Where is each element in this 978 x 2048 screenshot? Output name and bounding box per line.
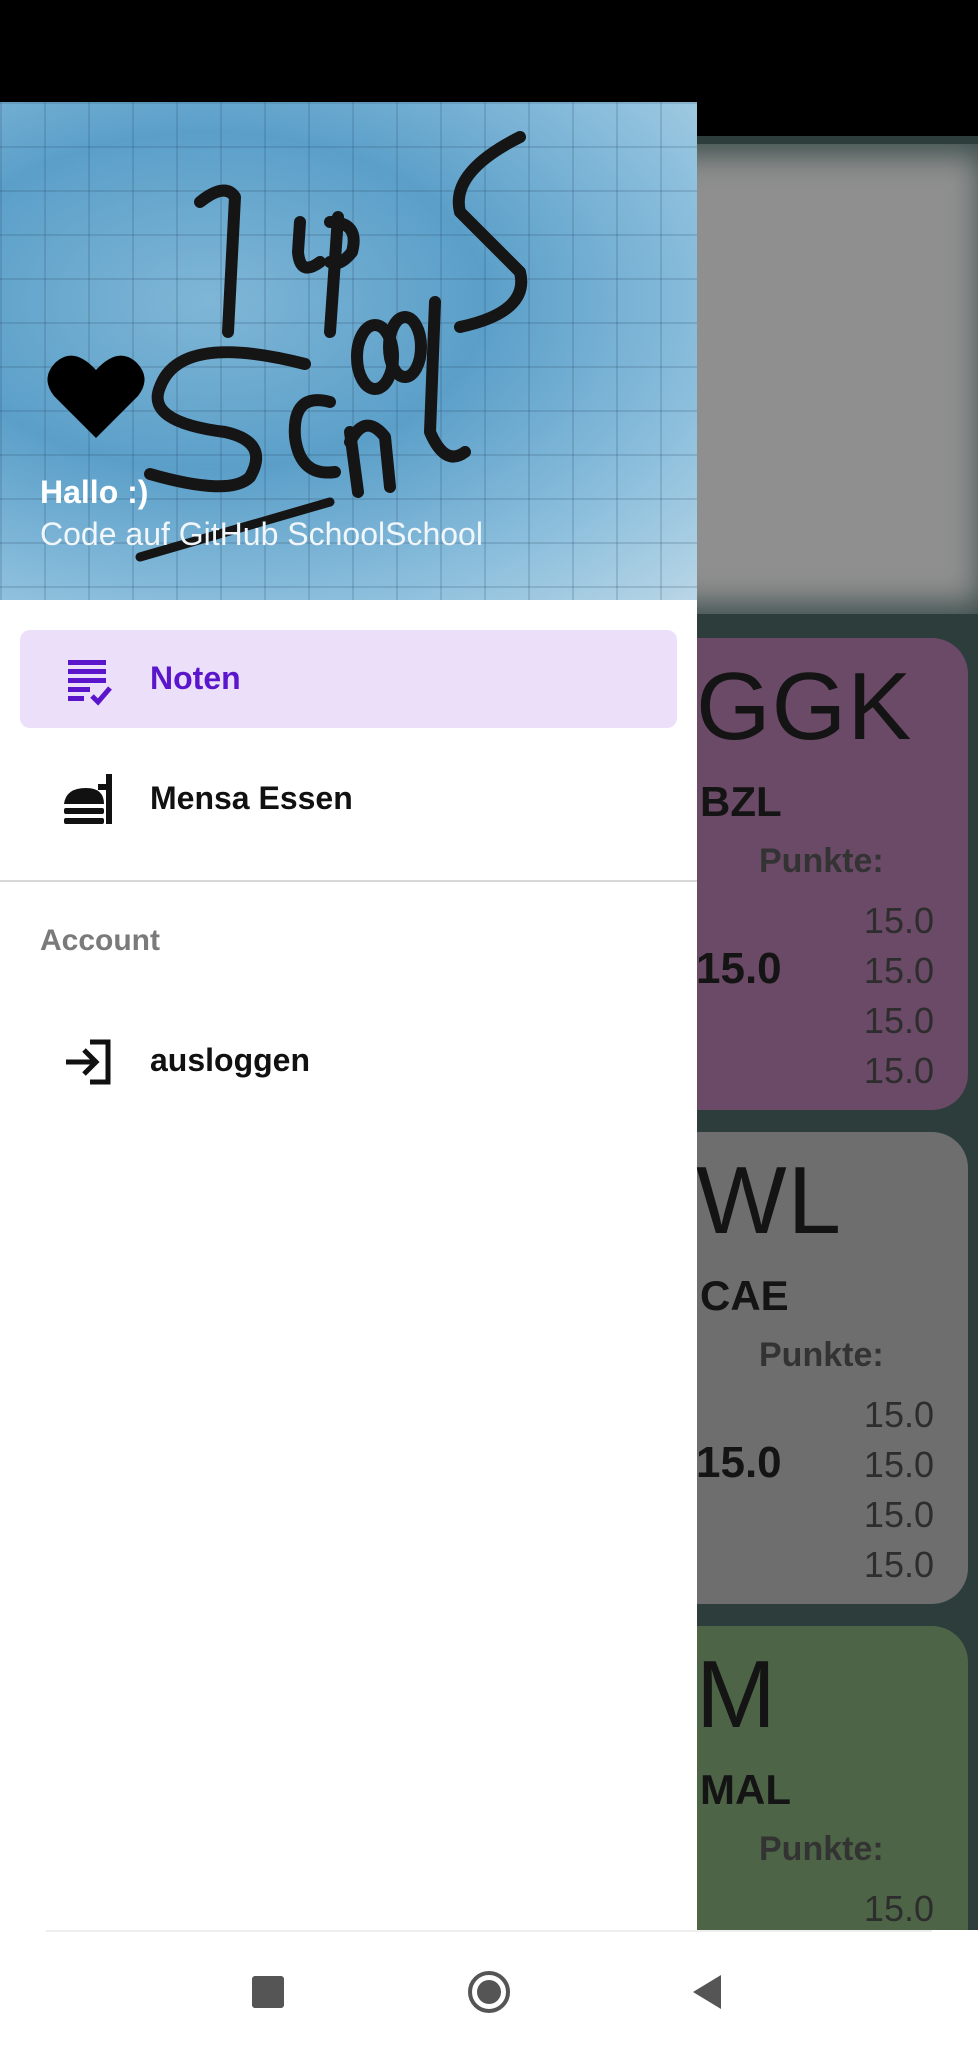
navigation-drawer: Hallo :) Code auf GitHub SchoolSchool No…	[0, 102, 697, 1930]
card-points-list: 15.0	[864, 1884, 934, 1930]
card-teacher: BZL	[700, 778, 782, 825]
card-points-label: Punkte:	[759, 842, 884, 880]
card-point: 15.0	[863, 1050, 934, 1091]
card-points-list: 15.0 15.0 15.0 15.0	[864, 1390, 934, 1590]
menu-item-label: Noten	[150, 660, 241, 696]
github-link[interactable]: Code auf GitHub SchoolSchool	[40, 516, 483, 553]
card-point: 15.0	[863, 1394, 934, 1435]
circle-icon[interactable]	[467, 1970, 511, 2014]
system-navigation-bar	[0, 1930, 978, 2048]
card-average: 15.0	[696, 1438, 782, 1487]
card-point: 15.0	[863, 1444, 934, 1485]
account-section-title: Account	[40, 924, 160, 957]
grades-list-icon	[68, 660, 112, 706]
card-subject: WL	[696, 1147, 842, 1254]
menu-item-label: ausloggen	[150, 1042, 311, 1078]
square-icon[interactable]	[246, 1970, 290, 2014]
card-points-list: 15.0 15.0 15.0 15.0	[864, 896, 934, 1096]
card-average: 15.0	[696, 944, 782, 993]
card-point: 15.0	[863, 1494, 934, 1535]
card-points-label: Punkte:	[759, 1336, 884, 1374]
card-teacher: CAE	[700, 1272, 789, 1319]
triangle-back-icon[interactable]	[687, 1970, 731, 2014]
background-header-image	[650, 144, 978, 614]
card-point: 15.0	[863, 1544, 934, 1585]
card-point: 15.0	[863, 1000, 934, 1041]
card-point: 15.0	[863, 1888, 934, 1929]
menu-item-label: Mensa Essen	[150, 780, 353, 816]
heart-icon	[47, 355, 145, 438]
card-subject: GGK	[696, 653, 913, 760]
nav-divider	[46, 1930, 932, 1932]
drawer-divider	[0, 880, 697, 882]
menu-item-noten[interactable]: Noten	[20, 630, 677, 728]
drawer-header: Hallo :) Code auf GitHub SchoolSchool	[0, 102, 697, 600]
greeting-text: Hallo :)	[40, 474, 149, 510]
card-point: 15.0	[863, 950, 934, 991]
card-subject: M	[696, 1641, 777, 1748]
food-icon	[64, 774, 112, 824]
menu-item-ausloggen[interactable]: ausloggen	[20, 1012, 677, 1110]
menu-item-mensa-essen[interactable]: Mensa Essen	[20, 750, 677, 848]
card-teacher: MAL	[700, 1766, 791, 1813]
login-icon	[66, 1039, 111, 1085]
card-points-label: Punkte:	[759, 1830, 884, 1868]
card-point: 15.0	[863, 900, 934, 941]
